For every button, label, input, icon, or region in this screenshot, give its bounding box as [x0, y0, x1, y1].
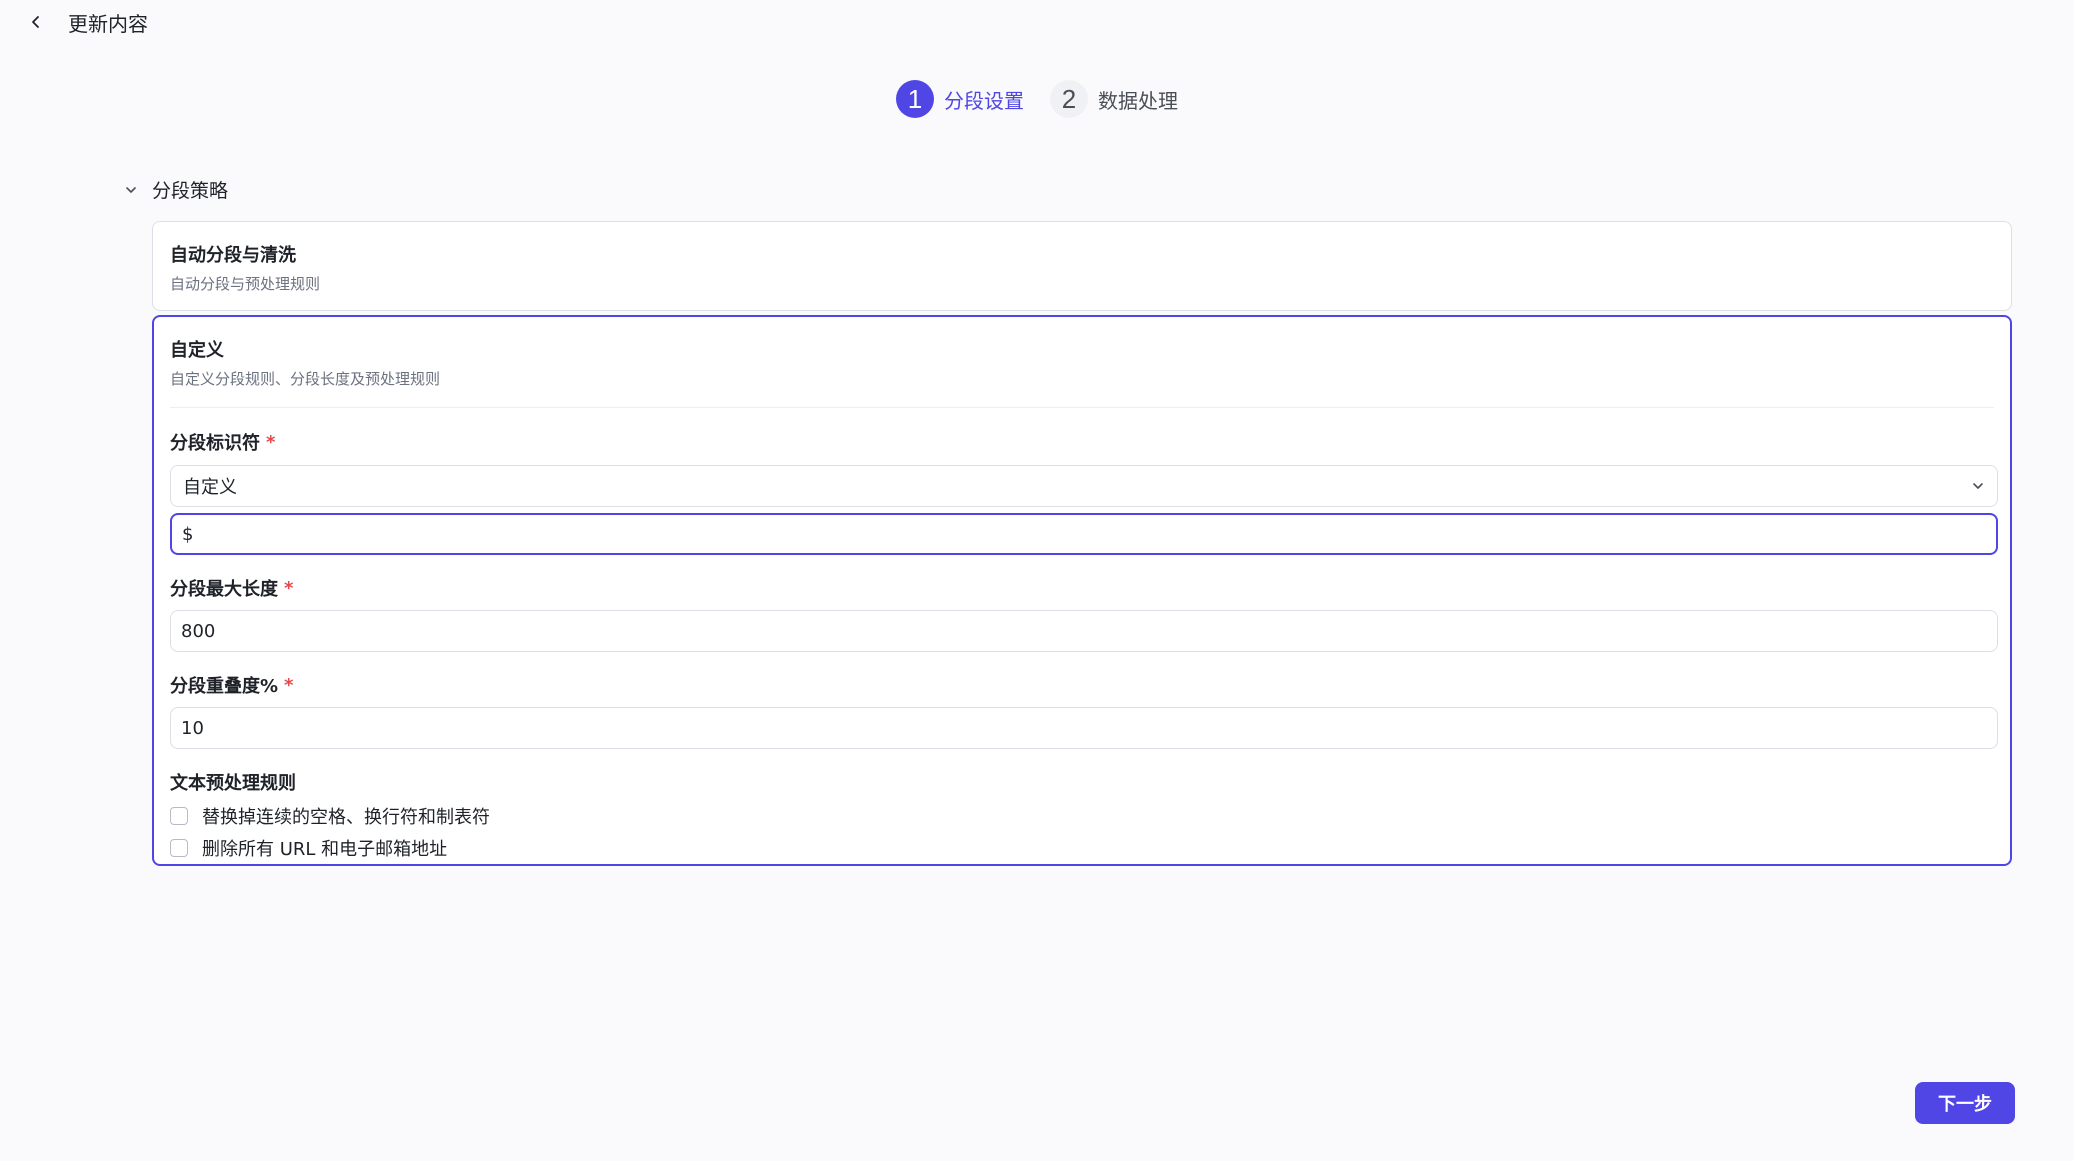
chevron-left-icon: [32, 16, 39, 28]
option-custom-segment[interactable]: 自定义 自定义分段规则、分段长度及预处理规则 分段标识符 * 自定义 分段最大长…: [152, 315, 2012, 866]
back-button[interactable]: [24, 10, 48, 34]
step-segment-settings[interactable]: 1 分段设置: [896, 80, 1024, 118]
separator-select[interactable]: 自定义: [170, 465, 1998, 507]
field-label-text: 分段最大长度: [170, 579, 278, 600]
field-label-text: 分段标识符: [170, 433, 260, 454]
checkbox[interactable]: [170, 807, 188, 825]
max-length-label: 分段最大长度 *: [170, 575, 1994, 601]
required-mark: *: [284, 674, 294, 696]
required-mark: *: [266, 431, 276, 453]
next-step-button[interactable]: 下一步: [1915, 1082, 2015, 1124]
option-description: 自定义分段规则、分段长度及预处理规则: [170, 370, 441, 388]
step-number: 2: [1050, 80, 1088, 118]
step-data-processing[interactable]: 2 数据处理: [1050, 80, 1178, 118]
separator-label: 分段标识符 *: [170, 429, 1994, 455]
overlap-input[interactable]: [170, 707, 1998, 749]
checkbox[interactable]: [170, 839, 188, 857]
field-label-text: 分段重叠度%: [170, 676, 279, 697]
field-label-text: 文本预处理规则: [170, 773, 296, 794]
option-title: 自定义: [170, 340, 224, 361]
rule-remove-urls-emails[interactable]: 删除所有 URL 和电子邮箱地址: [170, 833, 1994, 863]
select-value: 自定义: [183, 477, 237, 498]
overlap-label: 分段重叠度% *: [170, 672, 1994, 698]
option-title: 自动分段与清洗: [170, 245, 296, 266]
rule-collapse-whitespace[interactable]: 替换掉连续的空格、换行符和制表符: [170, 801, 1994, 831]
option-auto-segment[interactable]: 自动分段与清洗 自动分段与预处理规则: [152, 221, 2012, 311]
option-description: 自动分段与预处理规则: [170, 275, 321, 293]
segment-strategy-toggle[interactable]: 分段策略: [120, 176, 228, 203]
divider: [170, 407, 1994, 408]
page-title: 更新内容: [68, 11, 148, 36]
stepper: 1 分段设置 2 数据处理: [0, 80, 2074, 118]
page-header: 更新内容: [24, 6, 148, 38]
preprocess-label: 文本预处理规则: [170, 769, 1994, 795]
checkbox-label: 删除所有 URL 和电子邮箱地址: [202, 839, 448, 860]
chevron-down-icon: [1973, 483, 1983, 489]
required-mark: *: [284, 577, 294, 599]
step-number: 1: [896, 80, 934, 118]
section-title: 分段策略: [152, 180, 229, 202]
checkbox-label: 替换掉连续的空格、换行符和制表符: [202, 807, 490, 828]
max-length-input[interactable]: [170, 610, 1998, 652]
step-label: 数据处理: [1098, 88, 1178, 113]
separator-custom-input[interactable]: [170, 513, 1998, 555]
step-label: 分段设置: [944, 88, 1024, 113]
chevron-down-icon: [120, 179, 142, 201]
